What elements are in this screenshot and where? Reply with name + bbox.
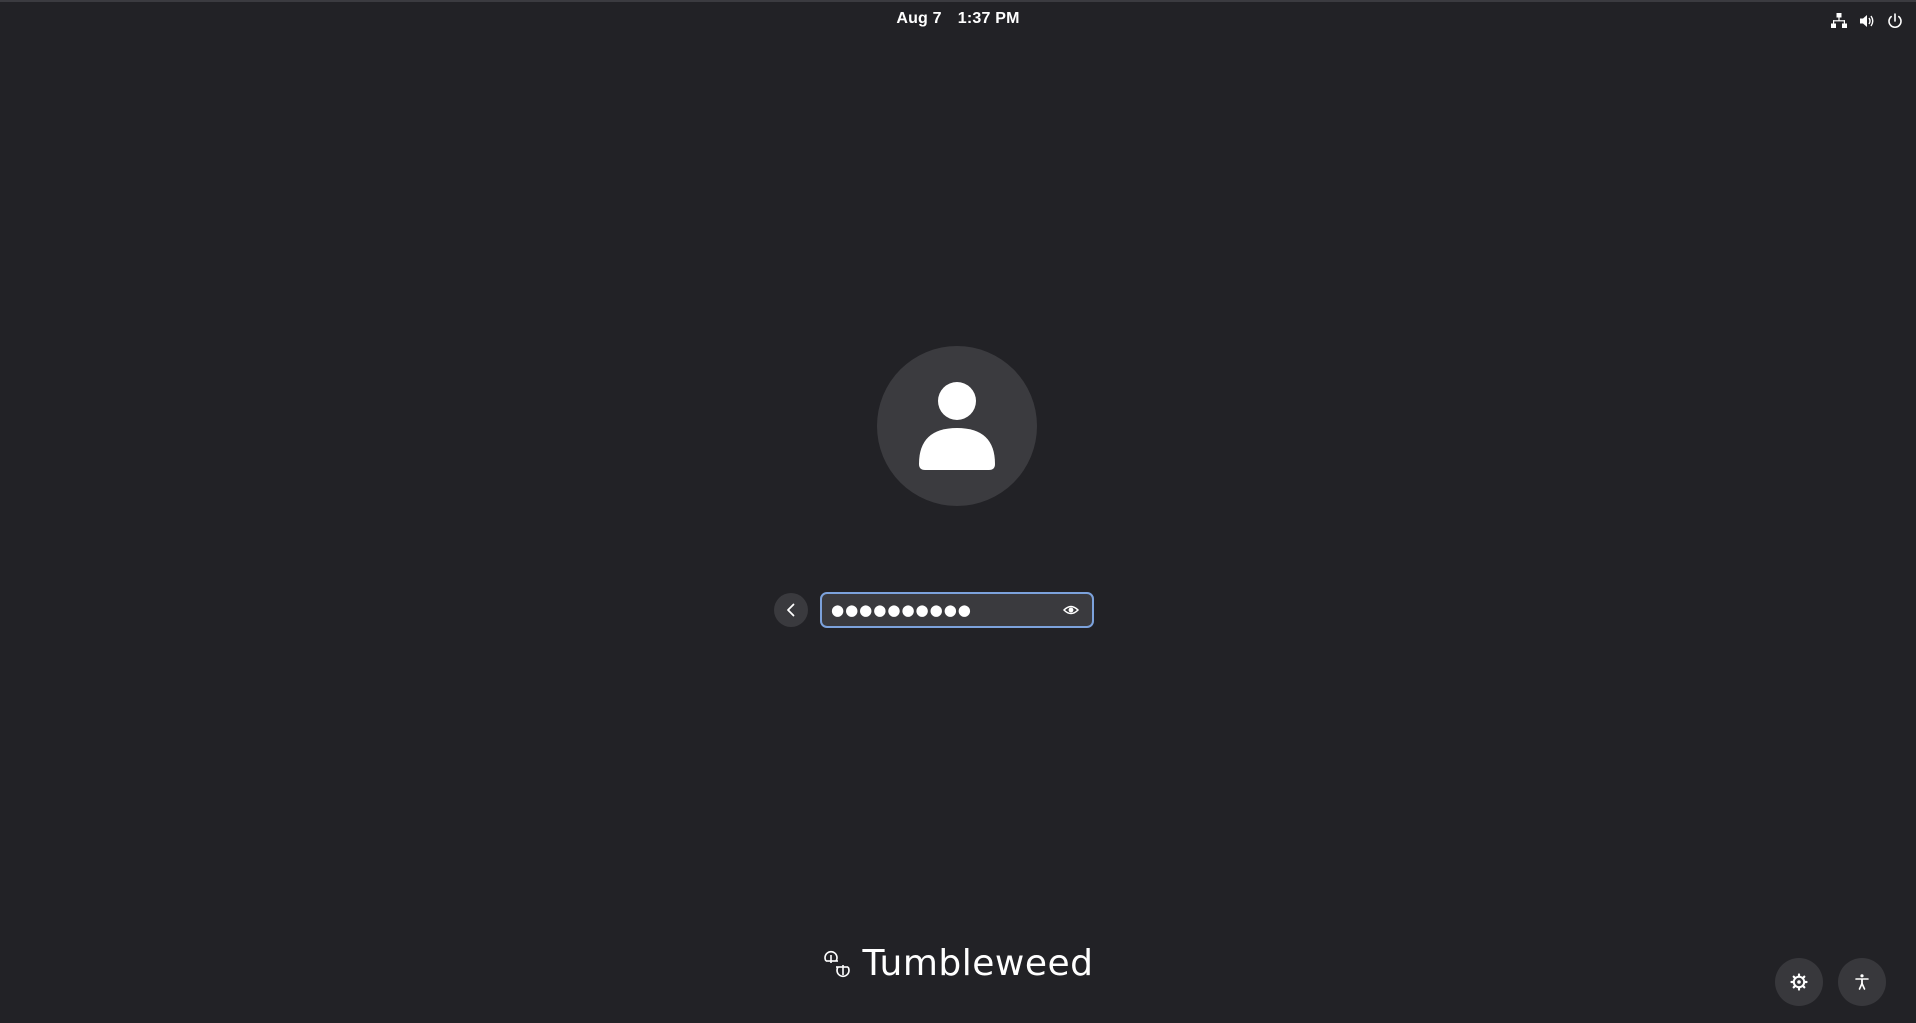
accessibility-button[interactable] — [1838, 958, 1886, 1006]
session-settings-button[interactable] — [1775, 958, 1823, 1006]
user-avatar-icon — [919, 382, 995, 470]
distro-branding: Tumbleweed — [0, 946, 1916, 982]
chevron-left-icon — [787, 603, 795, 617]
eye-icon[interactable] — [1058, 597, 1084, 623]
password-input[interactable] — [822, 595, 1058, 625]
gear-icon — [1790, 973, 1808, 991]
login-screen: Aug 7 1:37 PM ●●●●●●●●●● Tumbleweed — [0, 0, 1916, 1023]
system-tray[interactable] — [1830, 12, 1904, 30]
user-avatar — [877, 346, 1037, 506]
top-bar: Aug 7 1:37 PM — [0, 2, 1916, 38]
power-icon[interactable] — [1886, 12, 1904, 30]
tumbleweed-logo — [822, 949, 852, 979]
accessibility-icon — [1855, 974, 1869, 990]
network-wired-icon[interactable] — [1830, 12, 1848, 30]
clock-date: Aug 7 — [896, 10, 942, 27]
password-field[interactable] — [820, 592, 1094, 628]
back-button[interactable] — [774, 593, 808, 627]
clock-time: 1:37 PM — [957, 10, 1020, 27]
clock[interactable]: Aug 7 1:37 PM — [0, 10, 1916, 28]
distro-name: Tumbleweed — [862, 943, 1094, 984]
volume-icon[interactable] — [1858, 12, 1876, 30]
